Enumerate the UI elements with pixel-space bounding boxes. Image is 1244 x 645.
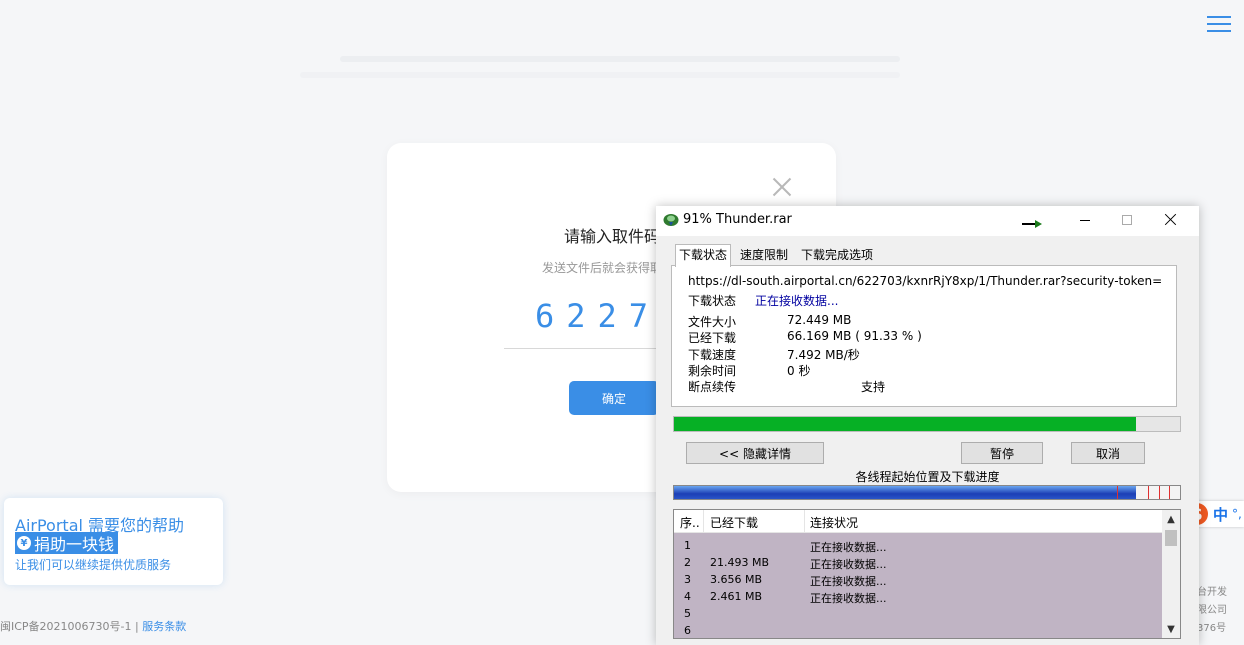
progress-fill <box>674 417 1137 431</box>
ime-punctuation[interactable]: °, <box>1232 507 1242 521</box>
resume-label: 断点续传 <box>688 380 737 394</box>
yen-icon: ¥ <box>17 536 31 550</box>
resume-value: 支持 <box>861 380 886 394</box>
status-label: 下载状态 <box>688 294 737 308</box>
thread-marker <box>1169 486 1170 499</box>
thread-index: 6 <box>684 624 691 637</box>
downloaded-label: 已经下载 <box>688 331 737 345</box>
maximize-button[interactable] <box>1113 206 1141 234</box>
thread-index: 1 <box>684 539 691 552</box>
thread-downloaded: 21.493 MB <box>710 556 770 569</box>
arrow-right-icon[interactable] <box>1022 220 1042 228</box>
tab-speed-limit[interactable]: 速度限制 <box>737 246 791 265</box>
table-row[interactable]: 1 正在接收数据... <box>674 538 1162 555</box>
donate-button[interactable]: ¥ 捐助一块钱 <box>15 532 119 554</box>
col-header-connection[interactable]: 连接状况 <box>810 514 858 531</box>
thread-list-body: 1 正在接收数据... 2 21.493 MB 正在接收数据... 3 3.65… <box>674 533 1162 638</box>
thread-marker <box>1159 486 1160 499</box>
confirm-button[interactable]: 确定 <box>569 381 659 415</box>
blurred-header-text <box>300 72 900 78</box>
side-footer-text: 限公司 <box>1197 605 1227 616</box>
ime-language[interactable]: 中 <box>1213 504 1228 525</box>
column-divider <box>703 510 704 532</box>
thread-marker <box>1148 486 1149 499</box>
thread-marker <box>1117 486 1118 499</box>
table-row[interactable]: 5 <box>674 606 1162 623</box>
thread-status: 正在接收数据... <box>810 541 887 554</box>
file-size-value: 72.449 MB <box>787 313 852 327</box>
thread-list-header: 序.. 已经下载 连接状况 <box>674 510 1162 533</box>
thread-status: 正在接收数据... <box>810 558 887 571</box>
side-footer-text: 台开发 <box>1197 587 1227 598</box>
pause-button[interactable]: 暂停 <box>961 442 1043 464</box>
download-url: https://dl-south.airportal.cn/622703/kxn… <box>688 274 1162 288</box>
modal-title: 请输入取件码 <box>564 227 661 246</box>
speed-label: 下载速度 <box>688 348 737 362</box>
thread-index: 2 <box>684 556 691 569</box>
title-bar[interactable]: 91% Thunder.rar <box>656 206 1199 236</box>
thread-downloaded: 3.656 MB <box>710 573 763 586</box>
status-panel: https://dl-south.airportal.cn/622703/kxn… <box>671 265 1177 407</box>
thread-list[interactable]: 序.. 已经下载 连接状况 1 正在接收数据... 2 21.493 MB 正在… <box>673 509 1181 639</box>
side-footer-text: 376号 <box>1197 623 1227 634</box>
thread-index: 5 <box>684 607 691 620</box>
donate-subtitle: 让我们可以继续提供优质服务 <box>15 558 172 572</box>
close-button[interactable] <box>1157 206 1185 234</box>
thread-status: 正在接收数据... <box>810 592 887 605</box>
table-row[interactable]: 3 3.656 MB 正在接收数据... <box>674 572 1162 589</box>
table-row[interactable]: 4 2.461 MB 正在接收数据... <box>674 589 1162 606</box>
terms-link[interactable]: 服务条款 <box>142 620 186 633</box>
donate-card: AirPortal 需要您的帮助 ¥ 捐助一块钱 让我们可以继续提供优质服务 <box>4 498 223 585</box>
col-header-downloaded[interactable]: 已经下载 <box>710 514 758 531</box>
thread-index: 3 <box>684 573 691 586</box>
blurred-header-text <box>340 56 900 62</box>
window-title: 91% Thunder.rar <box>683 212 792 227</box>
donate-button-label: 捐助一块钱 <box>34 535 115 554</box>
idm-app-icon <box>663 214 679 226</box>
table-row[interactable]: 2 21.493 MB 正在接收数据... <box>674 555 1162 572</box>
hide-details-button[interactable]: << 隐藏详情 <box>686 442 824 464</box>
thread-downloaded: 2.461 MB <box>710 590 763 603</box>
time-left-label: 剩余时间 <box>688 364 737 378</box>
column-divider <box>804 510 805 532</box>
table-row[interactable]: 6 <box>674 623 1162 638</box>
thread-progress-bar <box>673 485 1181 500</box>
col-header-index[interactable]: 序.. <box>680 514 700 531</box>
minimize-button[interactable] <box>1071 206 1099 234</box>
download-progress-bar <box>673 416 1181 432</box>
threads-progress-label: 各线程起始位置及下载进度 <box>855 470 1000 484</box>
menu-icon[interactable] <box>1207 16 1231 34</box>
speed-value: 7.492 MB/秒 <box>787 348 860 362</box>
footer: 闽ICP备2021006730号-1 | 服务条款 <box>0 618 186 634</box>
scroll-thumb[interactable] <box>1165 530 1177 546</box>
status-value: 正在接收数据... <box>755 294 839 308</box>
downloaded-value: 66.169 MB ( 91.33 % ) <box>787 329 922 343</box>
icp-text: 闽ICP备2021006730号-1 | <box>0 620 143 633</box>
tab-download-status[interactable]: 下载状态 <box>675 244 732 267</box>
scroll-down-icon[interactable]: ▼ <box>1162 620 1180 638</box>
time-left-value: 0 秒 <box>787 364 811 378</box>
thread-progress-fill <box>674 486 1137 499</box>
scroll-up-icon[interactable]: ▲ <box>1162 510 1180 528</box>
thread-index: 4 <box>684 590 691 603</box>
file-size-label: 文件大小 <box>688 315 737 329</box>
thread-list-scrollbar[interactable]: ▲ ▼ <box>1162 510 1180 638</box>
close-icon[interactable] <box>772 177 792 197</box>
cancel-button[interactable]: 取消 <box>1071 442 1145 464</box>
thread-status: 正在接收数据... <box>810 575 887 588</box>
tab-completion-options[interactable]: 下载完成选项 <box>798 246 876 265</box>
download-dialog: 91% Thunder.rar 下载状态 速度限制 下载完成选项 https:/… <box>656 206 1199 645</box>
